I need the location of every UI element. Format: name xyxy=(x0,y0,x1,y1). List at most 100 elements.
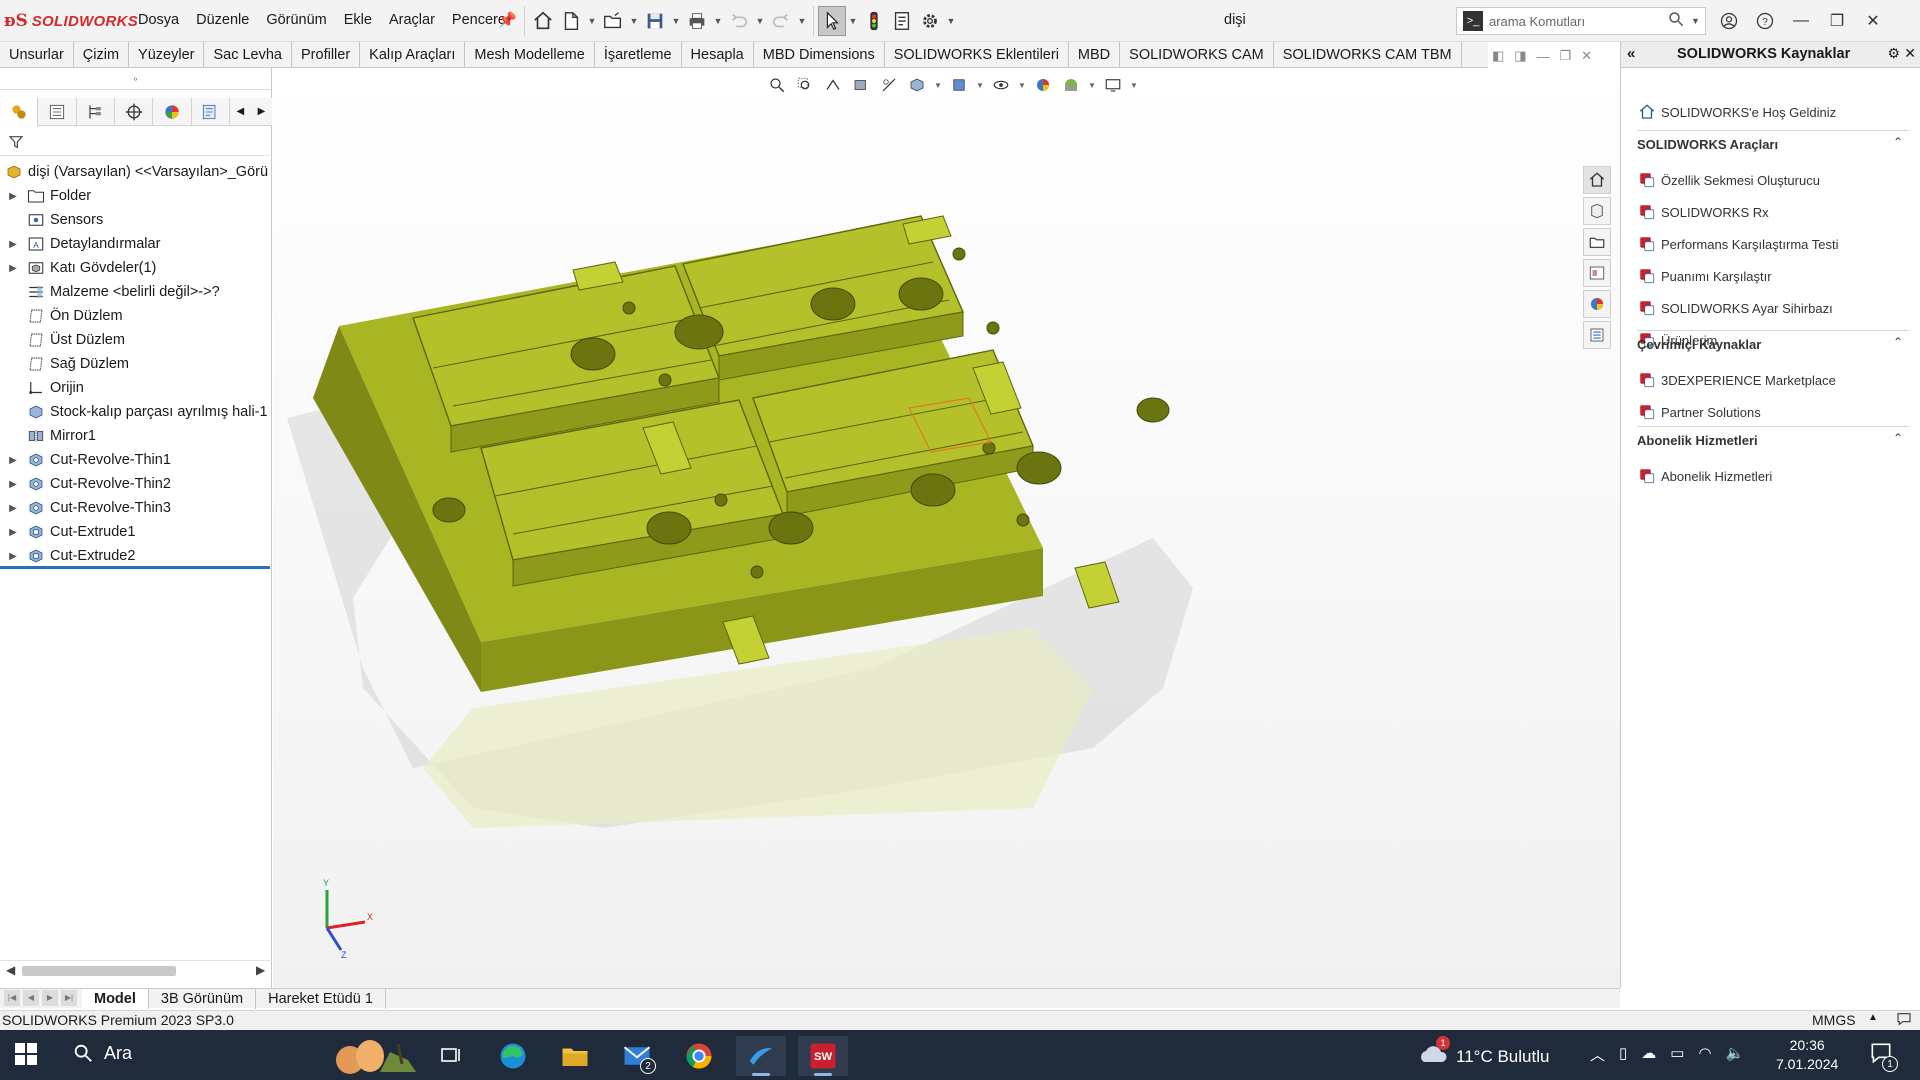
expand-arrow-icon[interactable]: ▶ xyxy=(6,191,20,202)
tree-item[interactable]: Mirror1 xyxy=(0,424,272,448)
undo-button[interactable] xyxy=(725,6,753,36)
tab-features[interactable]: Unsurlar xyxy=(0,42,74,67)
volume-icon[interactable]: 🔈 xyxy=(1726,1044,1745,1065)
onedrive-cloud-icon[interactable]: ☁ xyxy=(1641,1044,1656,1065)
tree-item[interactable]: ▶ Katı Gövdeler(1) xyxy=(0,256,272,280)
tabs-scroll-left-icon[interactable]: ◀ xyxy=(230,98,251,125)
rollback-bar[interactable] xyxy=(0,566,270,569)
new-document-button[interactable] xyxy=(557,6,585,36)
task-pane-home-tab[interactable] xyxy=(1583,166,1611,194)
taskbar-solidworks[interactable]: SW xyxy=(798,1036,848,1076)
user-account-icon[interactable] xyxy=(1714,6,1744,36)
tree-item[interactable]: Sensors xyxy=(0,208,272,232)
taskbar-mail[interactable]: 2 xyxy=(612,1036,662,1076)
tab-mold-tools[interactable]: Kalıp Araçları xyxy=(360,42,466,67)
menu-view[interactable]: Görünüm xyxy=(266,12,326,28)
collapse-chevron-icon[interactable]: ⌃ xyxy=(1893,431,1903,445)
view-settings-icon[interactable] xyxy=(1101,74,1125,96)
task-pane-link[interactable]: SOLIDWORKS Ayar Sihirbazı xyxy=(1637,298,1833,318)
scroll-right-icon[interactable]: ▶ xyxy=(256,963,265,977)
save-dropdown[interactable]: ▼ xyxy=(669,6,683,36)
apply-scene-icon[interactable] xyxy=(1059,74,1083,96)
tree-item[interactable]: ▶ Cut-Extrude1 xyxy=(0,520,272,544)
tab-solidworks-cam-tbm[interactable]: SOLIDWORKS CAM TBM xyxy=(1274,42,1462,67)
tree-item[interactable]: Sağ Düzlem xyxy=(0,352,272,376)
pane-settings-gear-icon[interactable]: ⚙ xyxy=(1887,45,1900,62)
tree-item[interactable]: ▶ Cut-Revolve-Thin2 xyxy=(0,472,272,496)
tree-horizontal-scrollbar[interactable]: ◀ ▶ xyxy=(0,960,272,980)
notification-center[interactable]: 1 xyxy=(1868,1040,1898,1072)
solidworks-logo[interactable]: ᴆS SOLIDWORKS xyxy=(4,9,138,33)
display-manager-tab[interactable] xyxy=(153,98,192,126)
tree-item[interactable]: ▶ Folder xyxy=(0,184,272,208)
tile-left-icon[interactable]: ◧ xyxy=(1492,48,1504,64)
tree-item[interactable]: ▶ A Detaylandırmalar xyxy=(0,232,272,256)
wifi-icon[interactable]: ◠ xyxy=(1698,1044,1711,1065)
view-settings-dropdown[interactable]: ▼ xyxy=(1129,74,1139,96)
print-button[interactable] xyxy=(683,6,711,36)
expand-arrow-icon[interactable]: ▶ xyxy=(6,479,20,490)
tree-item[interactable]: Ön Düzlem xyxy=(0,304,272,328)
unit-system-arrow[interactable]: ▲ xyxy=(1868,1012,1878,1023)
property-manager-tab[interactable] xyxy=(38,98,77,126)
unit-system[interactable]: MMGS xyxy=(1812,1012,1856,1028)
doc-close-icon[interactable]: ✕ xyxy=(1581,48,1592,64)
section-subscription-services[interactable]: Abonelik Hizmetleri ⌃ xyxy=(1637,426,1909,448)
pane-close-icon[interactable]: ✕ xyxy=(1904,45,1916,62)
save-button[interactable] xyxy=(641,6,669,36)
search-commands-box[interactable]: >_ arama Komutları ▼ xyxy=(1456,7,1706,35)
open-dropdown[interactable]: ▼ xyxy=(627,6,641,36)
cam-manager-tab[interactable] xyxy=(192,98,230,126)
home-button[interactable] xyxy=(529,6,557,36)
search-dropdown-icon[interactable]: ▼ xyxy=(1691,16,1705,26)
custom-properties-tab[interactable] xyxy=(1583,321,1611,349)
view-orientation-icon[interactable] xyxy=(905,74,929,96)
task-pane-link[interactable]: 3DEXPERIENCE Marketplace xyxy=(1637,370,1836,390)
mold-part-model[interactable] xyxy=(273,68,1620,988)
taskbar-clock[interactable]: 20:36 7.01.2024 xyxy=(1776,1036,1838,1074)
options-dropdown[interactable]: ▼ xyxy=(944,6,958,36)
new-dropdown[interactable]: ▼ xyxy=(585,6,599,36)
configuration-manager-tab[interactable] xyxy=(77,98,115,126)
show-hidden-icons-icon[interactable]: ︿ xyxy=(1590,1044,1605,1065)
expand-arrow-icon[interactable]: ▶ xyxy=(6,239,20,250)
task-pane-link[interactable]: Partner Solutions xyxy=(1637,402,1761,422)
taskbar-file-explorer[interactable] xyxy=(550,1036,600,1076)
tab-surfaces[interactable]: Yüzeyler xyxy=(129,42,205,67)
expand-arrow-icon[interactable]: ▶ xyxy=(6,263,20,274)
open-button[interactable] xyxy=(599,6,627,36)
options-button[interactable] xyxy=(916,6,944,36)
dimxpert-manager-tab[interactable] xyxy=(115,98,154,126)
expand-arrow-icon[interactable]: ▶ xyxy=(6,527,20,538)
menu-edit[interactable]: Düzenle xyxy=(196,12,249,28)
tree-item[interactable]: Malzeme <belirli değil>->? xyxy=(0,280,272,304)
dynamic-annotation-icon[interactable] xyxy=(877,74,901,96)
tree-item[interactable]: Stock-kalıp parçası ayrılmış hali-1 xyxy=(0,400,272,424)
undo-dropdown[interactable]: ▼ xyxy=(753,6,767,36)
tab-mesh-modeling[interactable]: Mesh Modelleme xyxy=(465,42,595,67)
comments-icon[interactable] xyxy=(1896,1011,1912,1030)
expand-arrow-icon[interactable]: ▶ xyxy=(6,455,20,466)
tab-weldments[interactable]: Profiller xyxy=(292,42,361,67)
last-tab-icon[interactable]: ▶| xyxy=(61,989,77,1006)
tree-item[interactable]: ▶ Cut-Revolve-Thin3 xyxy=(0,496,272,520)
file-explorer-tab[interactable] xyxy=(1583,228,1611,256)
apply-scene-dropdown[interactable]: ▼ xyxy=(1087,74,1097,96)
feature-manager-tab[interactable] xyxy=(0,98,39,126)
tile-right-icon[interactable]: ◨ xyxy=(1514,48,1526,64)
next-tab-icon[interactable]: ▶ xyxy=(42,989,58,1006)
task-pane-link[interactable]: Puanımı Karşılaştır xyxy=(1637,266,1772,286)
tab-model[interactable]: Model xyxy=(82,988,149,1009)
minimize-icon[interactable]: — xyxy=(1786,6,1816,36)
taskbar-app-active[interactable] xyxy=(736,1036,786,1076)
redo-dropdown[interactable]: ▼ xyxy=(795,6,809,36)
device-icon[interactable]: ▯ xyxy=(1619,1044,1627,1065)
section-view-icon[interactable] xyxy=(849,74,873,96)
rebuild-button[interactable] xyxy=(860,6,888,36)
print-dropdown[interactable]: ▼ xyxy=(711,6,725,36)
search-icon[interactable] xyxy=(1667,10,1691,32)
tab-sheet-metal[interactable]: Sac Levha xyxy=(204,42,292,67)
graphics-area[interactable]: ▼ ▼ ▼ ▼ ▼ Y X Z xyxy=(273,68,1620,988)
tree-item[interactable]: ▶ Cut-Extrude2 xyxy=(0,544,272,568)
search-highlight-illustration[interactable] xyxy=(320,1034,420,1076)
